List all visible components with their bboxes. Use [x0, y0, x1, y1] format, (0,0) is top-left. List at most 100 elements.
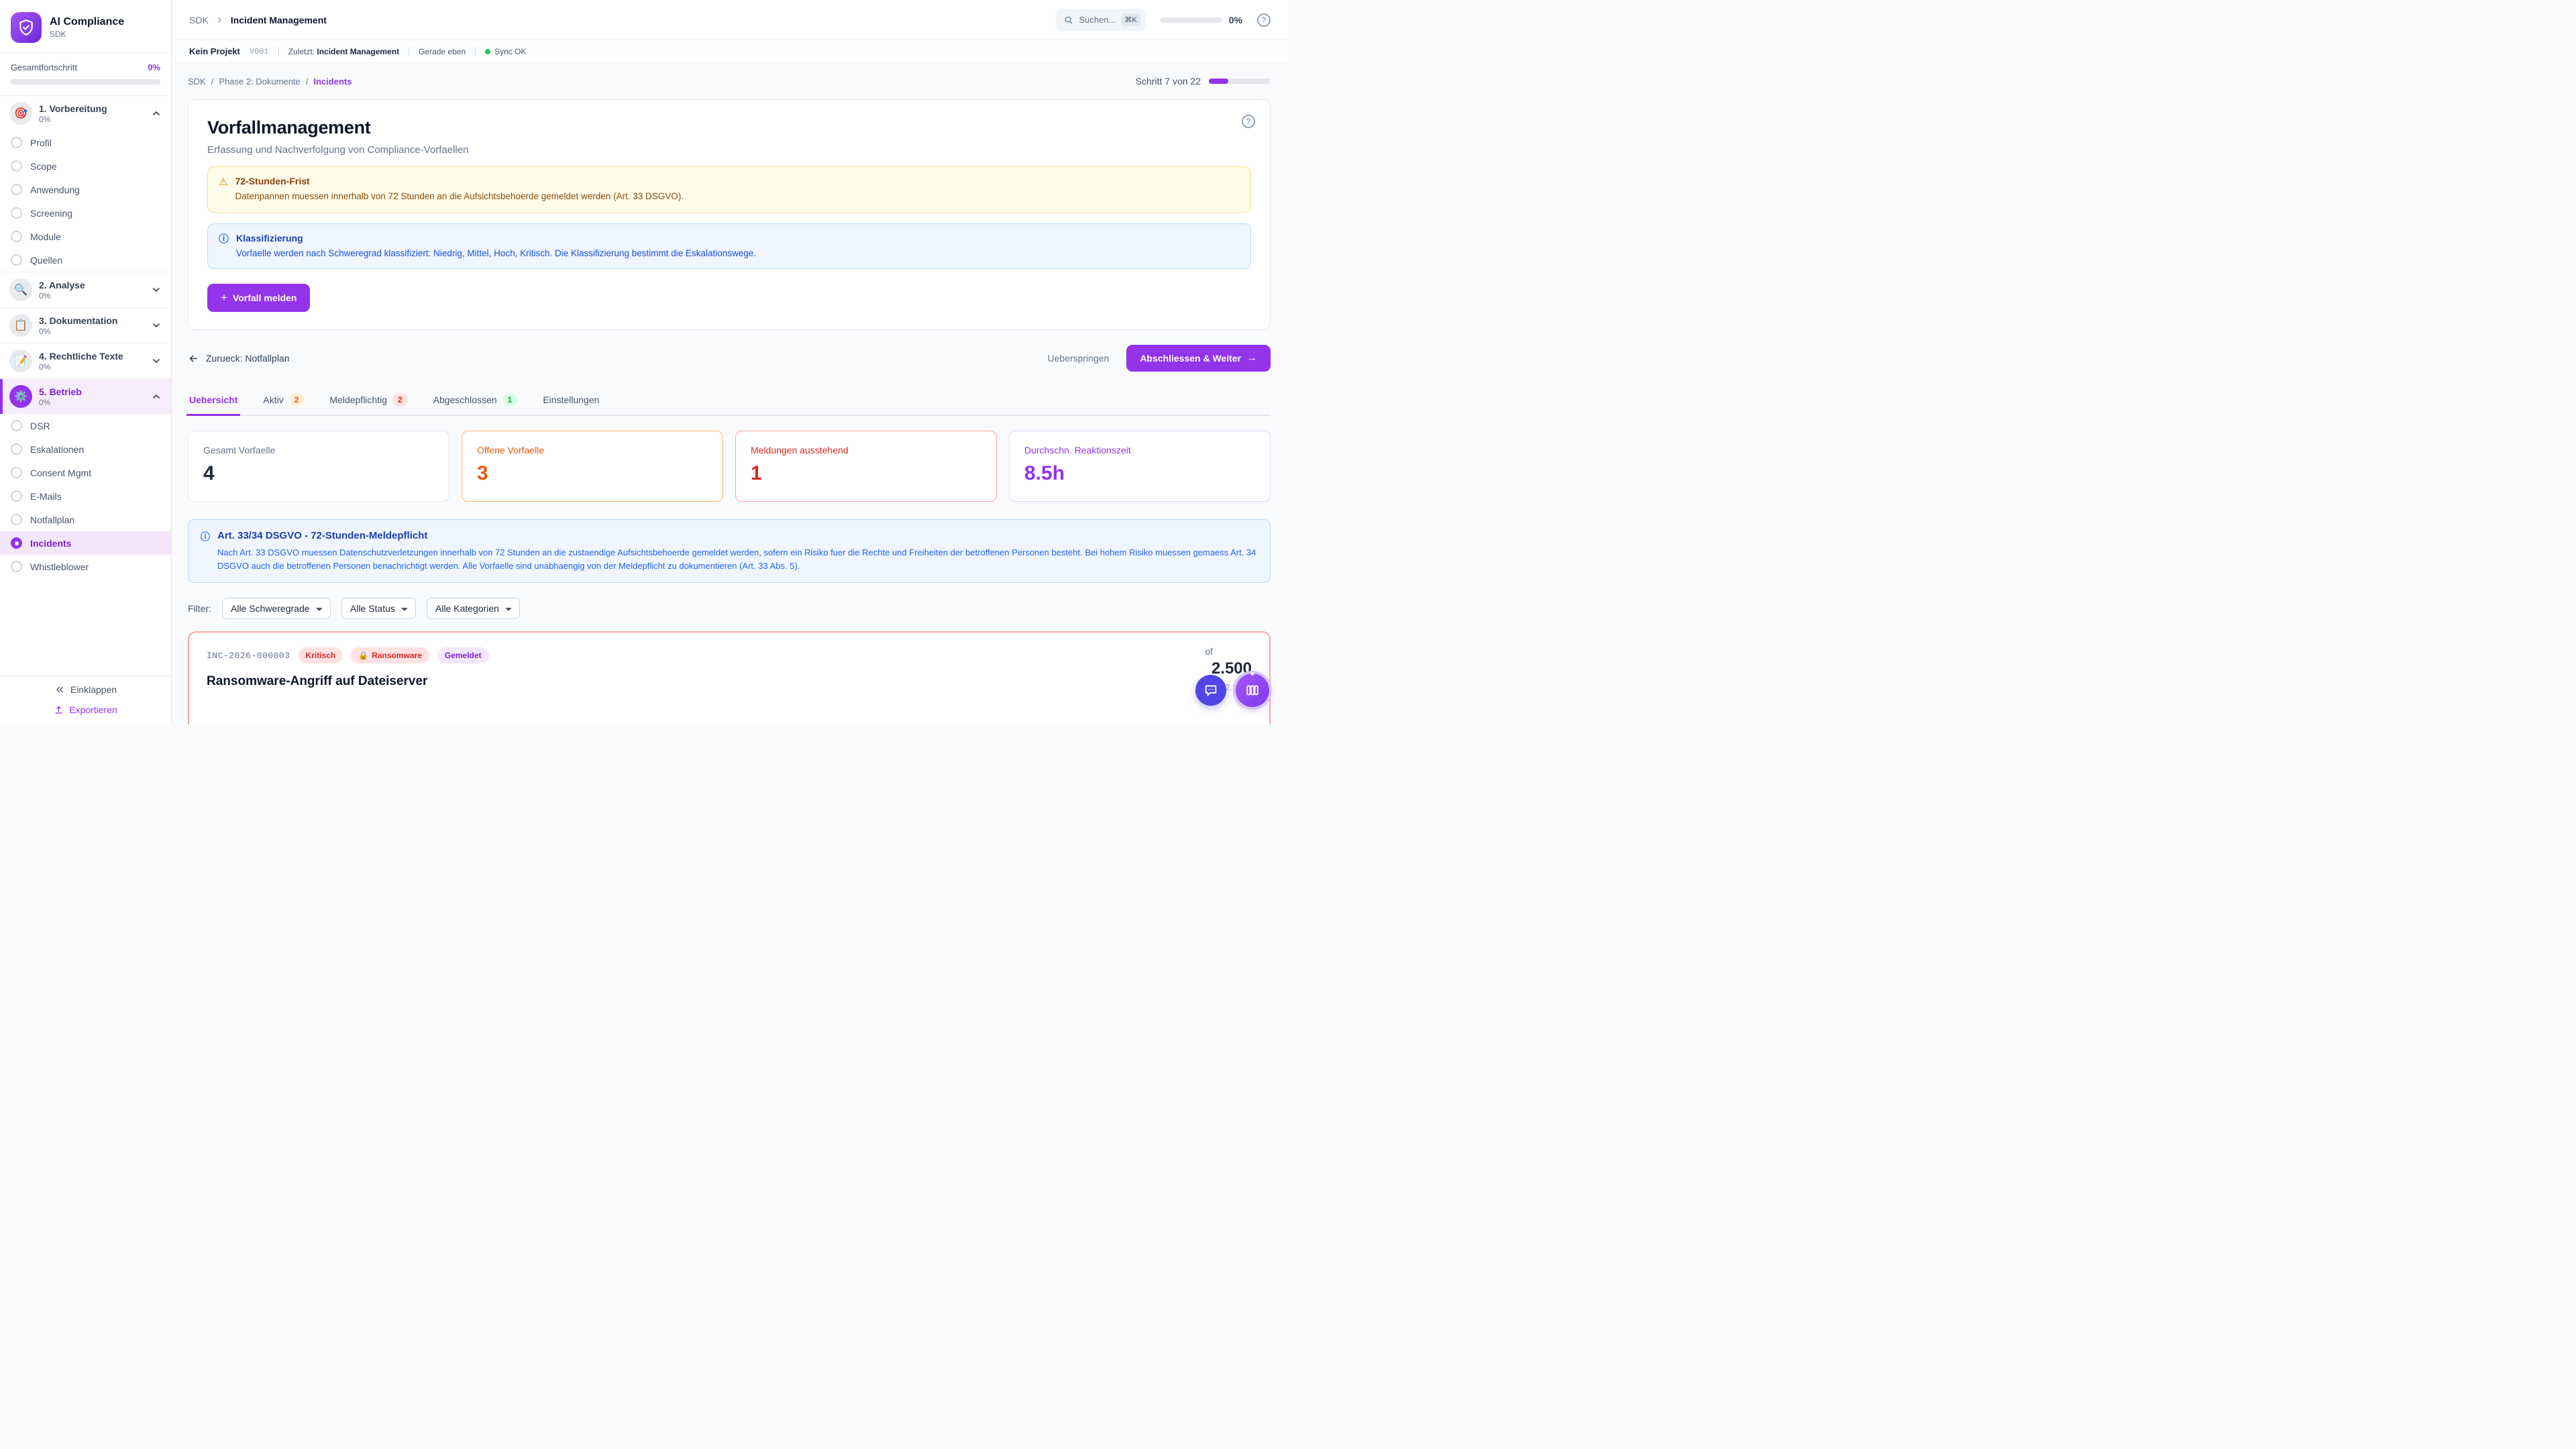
radio-icon	[11, 490, 22, 502]
sidebar-item-emails[interactable]: E-Mails	[0, 484, 171, 508]
collapse-sidebar-button[interactable]: Einklappen	[54, 684, 117, 695]
top-progress-bar	[1161, 17, 1222, 23]
radio-icon	[11, 231, 22, 242]
top-progress-value: 0%	[1229, 15, 1242, 25]
app-subtitle: SDK	[50, 30, 124, 39]
breadcrumb-root[interactable]: SDK	[189, 15, 209, 25]
chevron-up-icon	[151, 108, 162, 119]
crumb-phase[interactable]: Phase 2: Dokumente	[219, 76, 300, 87]
radio-icon	[11, 467, 22, 478]
radio-icon	[11, 207, 22, 219]
page-content: SDK/ Phase 2: Dokumente/ Incidents Schri…	[172, 63, 1288, 724]
sidebar-section-dokumentation[interactable]: 📋 3. Dokumentation 0%	[0, 307, 171, 343]
step-label: Schritt 7 von 22	[1136, 76, 1201, 87]
overall-progress-label: Gesamtfortschritt	[11, 62, 77, 72]
sidebar-item-profil[interactable]: Profil	[0, 131, 171, 154]
radio-icon	[11, 254, 22, 266]
sidebar-item-scope[interactable]: Scope	[0, 154, 171, 178]
severity-filter-select[interactable]: Alle Schweregrade	[222, 598, 331, 619]
project-version: V001	[250, 47, 269, 56]
filter-label: Filter:	[188, 603, 211, 614]
crumb-incidents: Incidents	[313, 76, 352, 87]
incident-id: INC-2026-000003	[207, 651, 290, 661]
step-progress-bar	[1209, 78, 1271, 84]
info-icon: ⓘ	[219, 233, 229, 260]
sync-ok-dot	[485, 49, 490, 54]
memo-pencil-icon: 📝	[9, 350, 32, 372]
search-input[interactable]: Suchen... ⌘K	[1056, 9, 1145, 31]
magnifier-icon: 🔍	[9, 278, 32, 301]
section-label: 3. Dokumentation	[39, 315, 144, 326]
tab-uebersicht[interactable]: Uebersicht	[188, 386, 239, 415]
sidebar-item-whistleblower[interactable]: Whistleblower	[0, 555, 171, 578]
app-title: AI Compliance	[50, 16, 124, 28]
sidebar-item-dsr[interactable]: DSR	[0, 414, 171, 437]
sidebar-section-vorbereitung[interactable]: 🎯 1. Vorbereitung 0%	[0, 96, 171, 131]
help-icon[interactable]: ?	[1242, 115, 1255, 128]
tab-meldepflichtig[interactable]: Meldepflichtig2	[328, 386, 409, 415]
sidebar-item-module[interactable]: Module	[0, 225, 171, 248]
wizard-nav-row: Zurueck: Notfallplan Ueberspringen Absch…	[188, 345, 1271, 372]
tab-einstellungen[interactable]: Einstellungen	[541, 386, 600, 415]
radio-icon	[11, 160, 22, 172]
info-body: Vorfaelle werden nach Schweregrad klassi…	[236, 247, 756, 260]
status-filter-select[interactable]: Alle Status	[341, 598, 416, 619]
section-label: 2. Analyse	[39, 280, 144, 290]
sidebar-section-analyse[interactable]: 🔍 2. Analyse 0%	[0, 272, 171, 307]
kanban-board-fab-button[interactable]	[1236, 674, 1269, 707]
gdpr-title: Art. 33/34 DSGVO - 72-Stunden-Meldepflic…	[217, 530, 1258, 541]
back-link[interactable]: Zurueck: Notfallplan	[188, 353, 290, 364]
stat-total-incidents: Gesamt Vorfaelle 4	[188, 431, 449, 502]
columns-icon	[1245, 683, 1260, 698]
deadline-warning-alert: ⚠ 72-Stunden-Frist Datenpannen muessen i…	[207, 166, 1251, 213]
help-icon[interactable]: ?	[1257, 13, 1271, 27]
sidebar-item-quellen[interactable]: Quellen	[0, 248, 171, 272]
radio-icon	[11, 443, 22, 455]
breadcrumb-current: Incident Management	[231, 15, 327, 25]
radio-selected-icon	[11, 537, 22, 549]
incident-card[interactable]: INC-2026-000003 Kritisch 🔒Ransomware Gem…	[188, 631, 1271, 724]
sidebar-section-betrieb[interactable]: ⚙️ 5. Betrieb 0%	[0, 378, 171, 414]
status-badge: Gemeldet	[437, 647, 489, 663]
sidebar-item-screening[interactable]: Screening	[0, 201, 171, 225]
top-progress: 0%	[1161, 15, 1242, 25]
skip-button[interactable]: Ueberspringen	[1047, 353, 1109, 364]
sidebar-item-consent-mgmt[interactable]: Consent Mgmt	[0, 461, 171, 484]
section-label: 5. Betrieb	[39, 386, 144, 397]
page-subtitle: Erfassung und Nachverfolgung von Complia…	[207, 144, 1251, 156]
overall-progress: Gesamtfortschritt 0%	[0, 52, 171, 95]
sidebar-item-notfallplan[interactable]: Notfallplan	[0, 508, 171, 531]
double-chevron-left-icon	[54, 684, 65, 695]
crumb-sdk[interactable]: SDK	[188, 76, 206, 87]
section-percent: 0%	[39, 115, 144, 124]
search-placeholder: Suchen...	[1079, 15, 1116, 25]
tab-aktiv[interactable]: Aktiv2	[262, 386, 305, 415]
last-saved-time: Gerade eben	[419, 47, 466, 56]
chevron-right-icon	[215, 15, 224, 24]
page-nav-row: SDK/ Phase 2: Dokumente/ Incidents Schri…	[188, 63, 1271, 99]
category-filter-select[interactable]: Alle Kategorien	[427, 598, 520, 619]
warning-body: Datenpannen muessen innerhalb von 72 Stu…	[235, 190, 684, 203]
complete-next-button[interactable]: Abschliessen & Weiter →	[1126, 345, 1271, 372]
sidebar-section-rechtliche-texte[interactable]: 📝 4. Rechtliche Texte 0%	[0, 343, 171, 378]
export-button[interactable]: Exportieren	[54, 704, 117, 715]
count-badge: 2	[392, 393, 408, 407]
sidebar-item-incidents[interactable]: Incidents	[0, 531, 171, 555]
chat-fab-button[interactable]	[1195, 675, 1226, 706]
sidebar-item-eskalationen[interactable]: Eskalationen	[0, 437, 171, 461]
arrow-right-icon: →	[1246, 352, 1257, 364]
report-incident-button[interactable]: + Vorfall melden	[207, 284, 310, 312]
tab-abgeschlossen[interactable]: Abgeschlossen1	[432, 386, 519, 415]
sync-status: Sync OK	[485, 47, 526, 56]
target-icon: 🎯	[9, 102, 32, 125]
sidebar-nav: 🎯 1. Vorbereitung 0% Profil Scope Anwend…	[0, 95, 171, 676]
lock-icon: 🔒	[358, 651, 368, 660]
overall-progress-bar	[11, 79, 160, 85]
sidebar-item-anwendung[interactable]: Anwendung	[0, 178, 171, 201]
stat-pending-reports: Meldungen ausstehend 1	[735, 431, 997, 502]
stat-cards: Gesamt Vorfaelle 4 Offene Vorfaelle 3 Me…	[188, 431, 1271, 502]
filter-row: Filter: Alle Schweregrade Alle Status Al…	[188, 598, 1271, 619]
info-icon: ⓘ	[201, 530, 210, 572]
section-percent: 0%	[39, 398, 144, 407]
gdpr-info-box: ⓘ Art. 33/34 DSGVO - 72-Stunden-Meldepfl…	[188, 519, 1271, 583]
